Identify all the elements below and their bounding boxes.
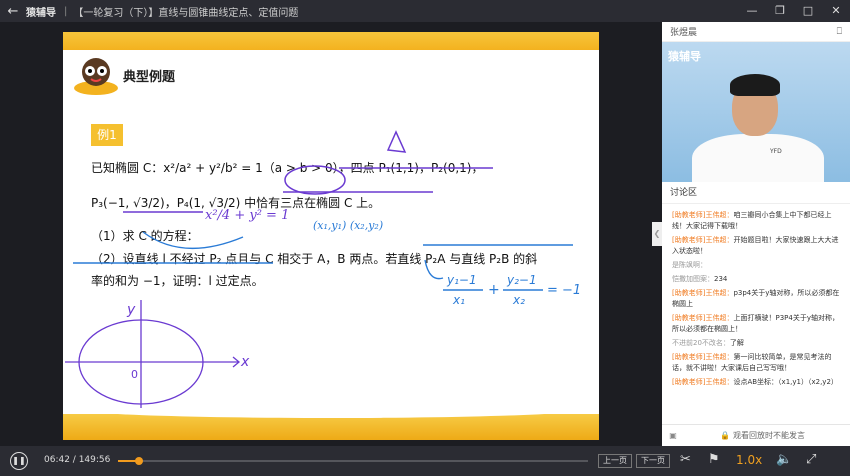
hand-eq2-num1: y₁−1 [446,273,477,287]
chat-list[interactable]: [助教老师]王伟超：咱三瓣同小合集上中下都已经上线！大家记得下载哦！ [助教老师… [662,206,850,426]
lock-notice: 观看回放时不能发言 [732,431,805,440]
slide-stage: 典型例题 例1 已知椭圆 C：x²/a² + y²/b² = 1（a > b >… [0,22,662,446]
hand-eq2-num2: y₂−1 [506,273,537,287]
chat-message: [助教老师]王伟超：咱三瓣同小合集上中下都已经上线！大家记得下载哦！ [672,211,832,230]
hand-eq2-hook [424,259,444,280]
hand-eq2-plus: + [488,282,500,298]
scissors-icon[interactable]: ✂ [680,452,691,467]
restore-icon[interactable]: ❐ [766,0,794,22]
axis-y-label: y [126,302,136,318]
chat-message: [助教老师]王伟超：上面打横驶！P3P4关于y轴对称，所以必须都在椭圆上！ [672,314,839,333]
next-page-button[interactable]: 下一页 [636,454,670,468]
triangle-mark [386,130,407,153]
handwriting-layer: x²/4 + y² = 1 (x₁,y₁) (x₂,y₂) y₁−1 x₁ + … [65,130,581,424]
chat-message: 恺撒加图案：234 [672,275,728,283]
fullscreen-icon[interactable]: ⤢ [806,452,816,467]
speed-button[interactable]: 1.0x [736,453,762,467]
image-icon[interactable]: ▣ [662,431,684,440]
maximize-icon[interactable]: □ [794,0,822,22]
video-logo: 猿辅导 [668,50,701,63]
title-separator: | [64,5,68,17]
axis-x-label: x [240,354,250,370]
progress-bar[interactable] [118,457,588,465]
time-display: 06:42 / 149:56 [44,455,111,465]
side-panel: 张煜晨 ⎕ 猿辅导 YFD 讨论区 [助教老师]王伟超：咱三瓣同小合集上中下都已… [662,22,850,446]
chat-input-bar: ▣ 🔒 观看回放时不能发言 [662,424,850,446]
volume-icon[interactable]: 🔈 [776,452,792,467]
chat-message: [助教老师]王伟超：p3p4关于y轴对称，所以必须都在椭圆上 [672,289,840,308]
minimize-icon[interactable]: — [738,0,766,22]
lock-icon: 🔒 [720,431,730,440]
player-controls: ❚❚ 06:42 / 149:56 上一页 下一页 ✂ ⚑ 1.0x 🔈 ⤢ [0,446,850,476]
slide: 典型例题 例1 已知椭圆 C：x²/a² + y²/b² = 1（a > b >… [63,32,599,440]
title-bar: ← 猿辅导 | 【一轮复习（下）】直线与圆锥曲线定点、定值问题 — ❐ □ ✕ [0,0,850,22]
shirt-tag: YFD [770,148,782,155]
chat-message: [助教老师]王伟超：第一问比较简单，是常见考法的话，就不讲啦！大家课后自己写写哦… [672,353,832,372]
slide-bottom-band [63,408,599,440]
hand-eq1: x²/4 + y² = 1 [205,208,289,223]
progress-knob[interactable] [135,457,144,465]
arc-mark [142,231,244,250]
teacher-name: 张煜晨 [670,28,698,38]
hand-eq2-den2: x₂ [512,293,525,307]
hand-eq2-rhs: = −1 [547,283,581,298]
prev-page-button[interactable]: 上一页 [598,454,632,468]
circle-mark [284,165,346,195]
teacher-video: 猿辅导 YFD [662,42,850,182]
chat-message: [助教老师]王伟超：设点AB坐标：（x1,y1）（x2,y2） [672,378,838,386]
app-window: ← 猿辅导 | 【一轮复习（下）】直线与圆锥曲线定点、定值问题 — ❐ □ ✕ … [0,0,850,476]
origin-label: 0 [131,368,138,381]
chat-message: [助教老师]王伟超：开始题目啦！大家快速跟上大大进入状态啦！ [672,236,839,255]
hand-eq2-den1: x₁ [452,293,465,307]
chat-message: 是陈飒啊： [672,261,707,269]
camera-off-icon[interactable]: ⎕ [837,27,842,37]
chat-message: 不进前20不改名：了解 [672,339,744,347]
window-controls: — ❐ □ ✕ [738,0,850,22]
teacher-bar: 张煜晨 ⎕ [662,22,850,42]
flag-icon[interactable]: ⚑ [708,452,720,467]
chevron-left-icon[interactable]: ❮ [652,222,662,246]
course-title: 【一轮复习（下）】直线与圆锥曲线定点、定值问题 [73,7,299,19]
pause-icon[interactable]: ❚❚ [10,452,28,470]
arrow-left-icon[interactable]: ← [0,4,26,19]
close-icon[interactable]: ✕ [822,0,850,22]
discussion-title: 讨论区 [662,182,850,204]
hand-points: (x₁,y₁) (x₂,y₂) [313,219,383,232]
app-brand: 猿辅导 [26,7,56,19]
